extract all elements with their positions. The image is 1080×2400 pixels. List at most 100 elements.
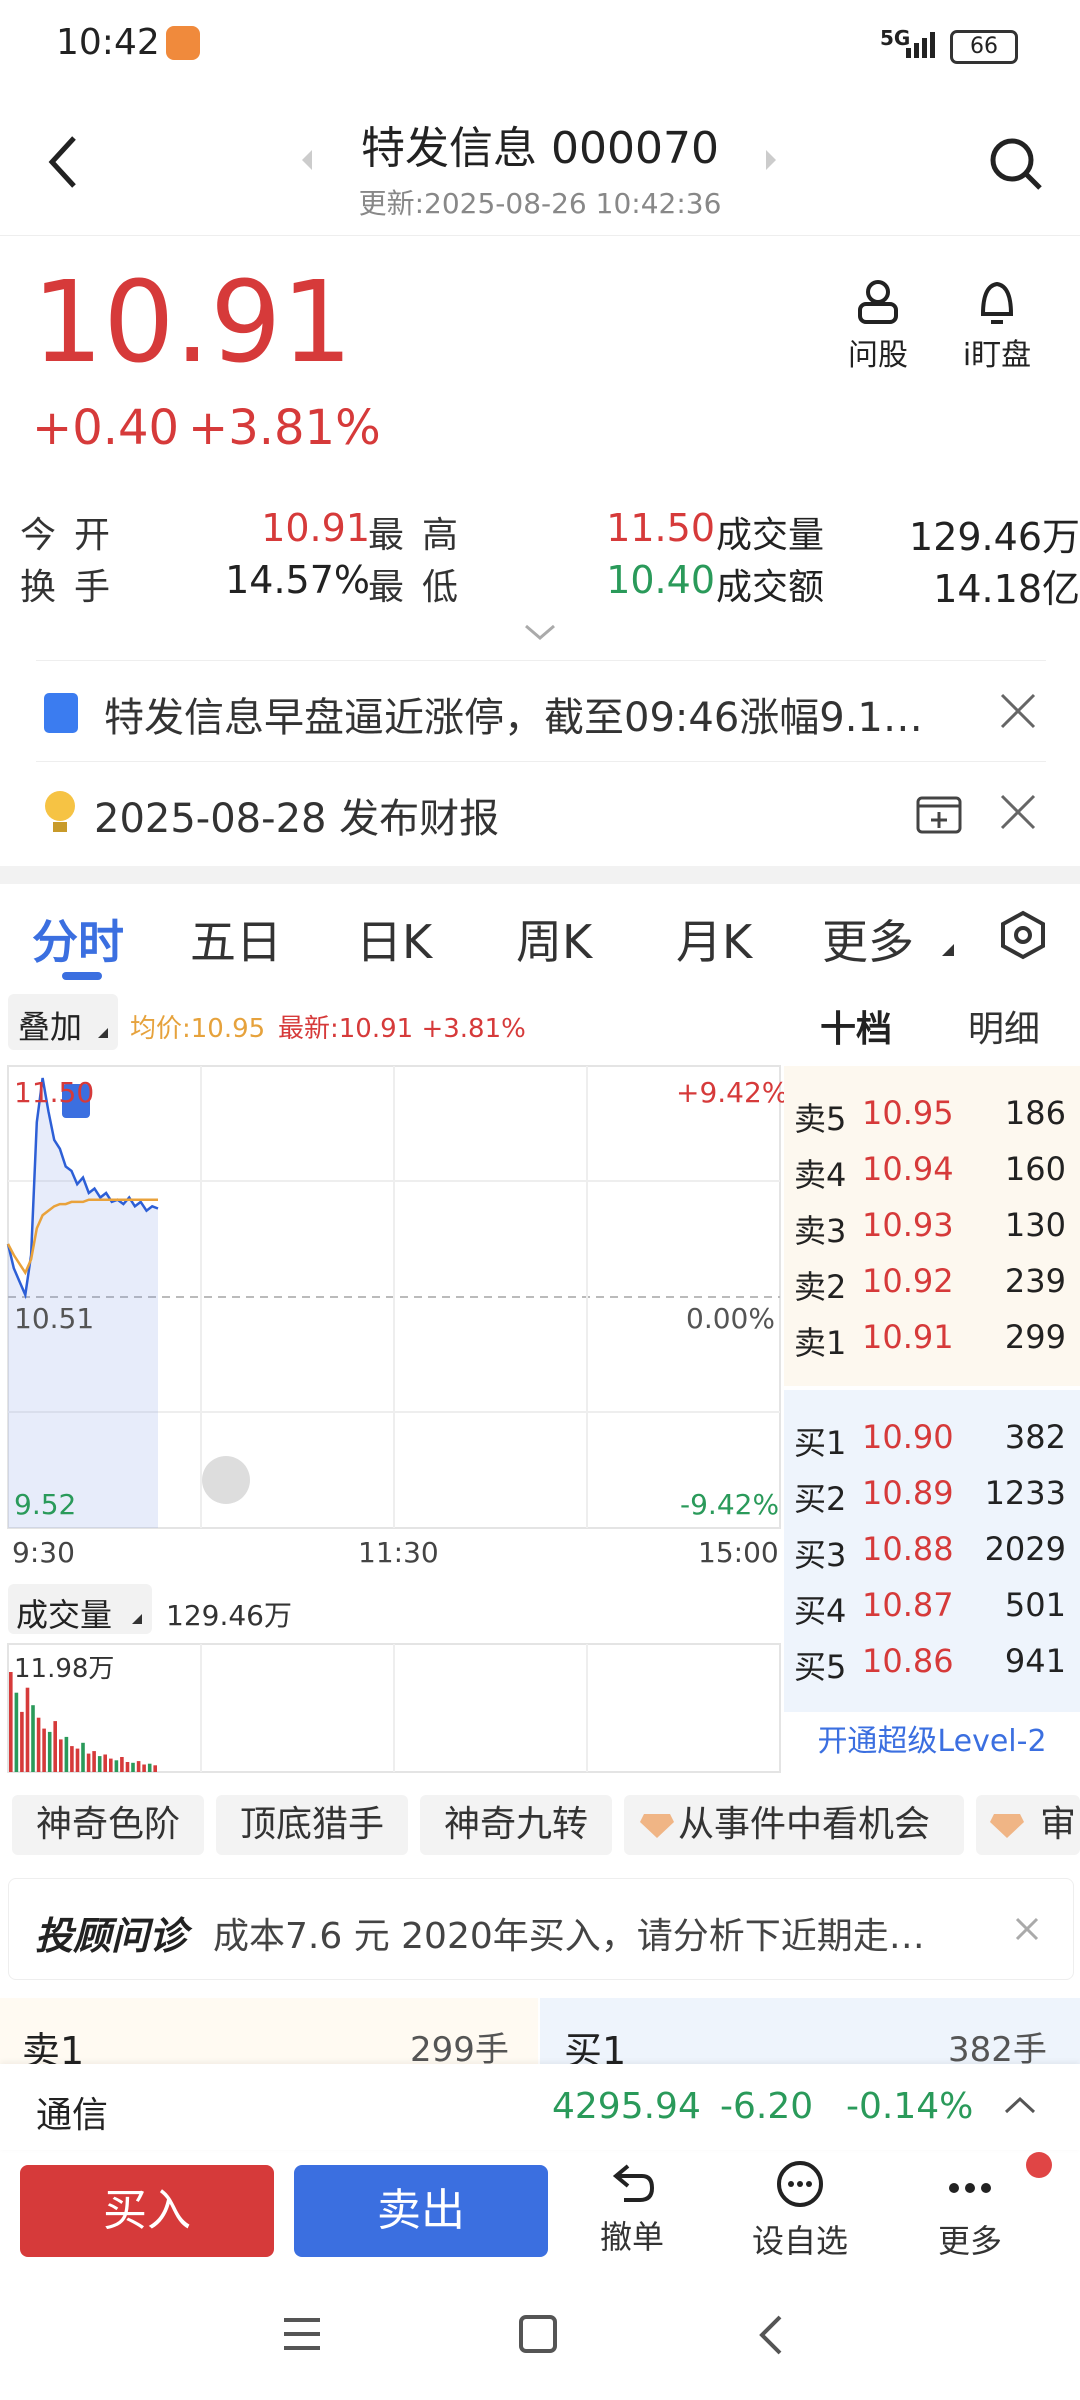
add-watchlist-button[interactable]: 设自选 <box>740 2160 860 2262</box>
order-book-qty: 382 <box>1004 1418 1066 1456</box>
tab-monthly-k[interactable]: 月K <box>676 906 752 972</box>
stat-value: 14.57% <box>225 558 370 602</box>
tab-daily-k[interactable]: 日K <box>356 906 432 972</box>
buy-summary: 买1 382手 <box>540 1998 1080 2064</box>
volume-selector[interactable]: 成交量 <box>8 1584 152 1634</box>
price-change-pct: +3.81% <box>188 400 381 456</box>
sell-summary-label: 卖1 <box>22 2029 85 2064</box>
overlay-button[interactable]: 叠加 <box>8 994 118 1050</box>
buy-summary-label: 买1 <box>564 2029 627 2064</box>
event-row[interactable]: 2025-08-28 发布财报 <box>36 762 1046 862</box>
expand-index-icon[interactable] <box>1004 2096 1036 2114</box>
order-book-label: 买1 <box>794 1424 847 1462</box>
volume-bar <box>109 1758 113 1772</box>
order-book-row: 卖4 10.94 160 <box>784 1150 1074 1206</box>
calendar-add-icon[interactable] <box>916 790 962 834</box>
news-row[interactable]: 特发信息早盘逼近涨停，截至09:46涨幅9.1… <box>36 660 1046 762</box>
more-label: 更多 <box>937 2222 1002 2260</box>
nav-back-icon[interactable] <box>756 2314 784 2356</box>
nav-menu-icon[interactable] <box>282 2316 322 2352</box>
tab-more[interactable]: 更多 <box>822 906 914 972</box>
status-bar: 10:42 5G 66 <box>0 0 1080 90</box>
order-book-qty: 1233 <box>984 1474 1066 1512</box>
ask-stock-button[interactable]: 问股 <box>838 278 918 374</box>
order-book-qty: 299 <box>1004 1318 1066 1356</box>
volume-bar <box>142 1764 146 1772</box>
tab-depth[interactable]: 十档 <box>820 1000 892 1052</box>
volume-bar <box>125 1762 130 1772</box>
volume-max-label: 11.98万 <box>14 1654 115 1684</box>
order-book-label: 买2 <box>794 1480 847 1518</box>
sell-button[interactable]: 卖出 <box>294 2165 548 2257</box>
overlay-label: 叠加 <box>18 1008 83 1046</box>
volume-bar <box>92 1751 96 1772</box>
order-book-qty: 239 <box>1004 1262 1066 1300</box>
chart-settings-icon[interactable] <box>998 910 1048 960</box>
prev-stock-icon[interactable] <box>300 148 314 172</box>
back-icon[interactable] <box>46 134 80 190</box>
next-stock-icon[interactable] <box>764 148 778 172</box>
nav-home-icon[interactable] <box>518 2314 558 2354</box>
draw-tool-icon[interactable] <box>202 1456 250 1504</box>
tab-active-indicator <box>62 972 102 980</box>
order-book-label: 卖2 <box>794 1268 847 1306</box>
volume-total: 129.46万 <box>166 1599 292 1632</box>
tab-weekly-k[interactable]: 周K <box>516 906 592 972</box>
watch-button[interactable]: i盯盘 <box>952 278 1042 374</box>
chip-nine-turn[interactable]: 神奇九转 <box>420 1795 612 1855</box>
advisor-brand: 投顾问诊 <box>35 1914 188 1958</box>
advisor-text: 成本7.6 元 2020年买入，请分析下近期走… <box>213 1916 925 1957</box>
order-book-label: 卖5 <box>794 1100 847 1138</box>
chart-tabs: 分时 五日 日K 周K 月K 更多 <box>0 890 1080 990</box>
tab-detail[interactable]: 明细 <box>968 1000 1040 1052</box>
volume-bar <box>120 1757 124 1772</box>
intraday-chart[interactable] <box>6 1065 781 1530</box>
add-watchlist-label: 设自选 <box>751 2222 848 2260</box>
search-icon[interactable] <box>988 136 1044 192</box>
cancel-order-button[interactable]: 撤单 <box>572 2160 692 2258</box>
order-book-price: 10.86 <box>862 1642 954 1680</box>
buy-button[interactable]: 买入 <box>20 2165 274 2257</box>
index-bar[interactable]: 通信 4295.94 -6.20 -0.14% <box>0 2064 1080 2150</box>
advisor-banner[interactable]: 投顾问诊 成本7.6 元 2020年买入，请分析下近期走… <box>8 1878 1074 1980</box>
order-book-row: 卖2 10.92 239 <box>784 1262 1074 1318</box>
more-button[interactable]: 更多 <box>910 2160 1030 2262</box>
diamond-icon <box>640 1814 674 1838</box>
clock: 10:42 <box>56 22 160 63</box>
person-chat-icon <box>858 280 898 324</box>
stat-value: 10.40 <box>606 558 715 602</box>
buy-summary-qty: 382手 <box>948 2030 1047 2064</box>
order-book-qty: 130 <box>1004 1206 1066 1244</box>
stat-label: 最高 <box>368 515 477 556</box>
volume-bar <box>153 1765 157 1772</box>
order-book-qty: 186 <box>1004 1094 1066 1132</box>
signal-icon <box>906 32 935 58</box>
volume-dropdown-icon <box>132 1614 142 1624</box>
chip-top-bottom[interactable]: 顶底猎手 <box>216 1795 408 1855</box>
close-event-icon[interactable] <box>1000 794 1036 830</box>
order-book-qty: 2029 <box>984 1530 1066 1568</box>
order-book-price: 10.93 <box>862 1206 954 1244</box>
tab-five-day[interactable]: 五日 <box>190 906 282 972</box>
tab-intraday[interactable]: 分时 <box>32 906 124 972</box>
level2-link[interactable]: 开通超级Level-2 <box>784 1716 1080 1766</box>
order-book-label: 卖1 <box>794 1324 847 1362</box>
index-value: 4295.94 <box>552 2086 701 2127</box>
volume-label: 成交量 <box>16 1596 113 1634</box>
chip-color-scale[interactable]: 神奇色阶 <box>12 1795 204 1855</box>
news-headline: 特发信息早盘逼近涨停，截至09:46涨幅9.1… <box>104 695 923 741</box>
order-book-label: 买4 <box>794 1592 847 1630</box>
chart-mid-label: 10.51 <box>14 1302 95 1335</box>
chip-events[interactable]: 从事件中看机会 <box>624 1795 964 1855</box>
order-book-row: 买3 10.88 2029 <box>784 1530 1074 1586</box>
current-price: 10.91 <box>32 258 353 388</box>
volume-bar <box>64 1736 69 1772</box>
latest-price: 最新:10.91 +3.81% <box>278 1014 526 1044</box>
expand-stats-icon[interactable] <box>524 624 556 642</box>
stat-label: 最低 <box>368 567 477 608</box>
order-book-label: 卖4 <box>794 1156 847 1194</box>
close-news-icon[interactable] <box>1000 693 1036 729</box>
order-book-label: 卖3 <box>794 1212 847 1250</box>
order-book-price: 10.89 <box>862 1474 954 1512</box>
close-advisor-icon[interactable] <box>1015 1917 1039 1941</box>
